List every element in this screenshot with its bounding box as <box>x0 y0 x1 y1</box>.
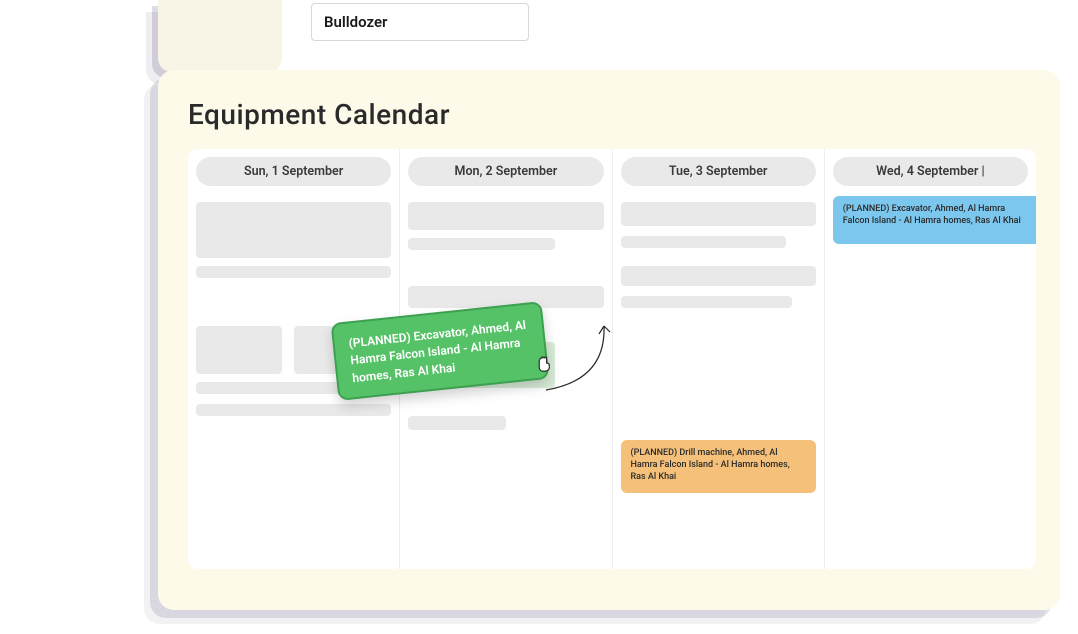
calendar-column-wednesday[interactable]: Wed, 4 September | (PLANNED) Excavator, … <box>825 149 1036 569</box>
event-text: (PLANNED) Drill machine, Ahmed, Al Hamra… <box>631 448 790 482</box>
calendar-event-planned-excavator-wed[interactable]: (PLANNED) Excavator, Ahmed, Al Hamra Fal… <box>833 196 1036 244</box>
equipment-name-field[interactable]: Bulldozer <box>311 3 529 41</box>
day-header: Wed, 4 September | <box>833 157 1028 186</box>
grab-cursor-icon <box>534 351 556 373</box>
calendar-grid: Sun, 1 September Mon, 2 September <box>188 149 1036 569</box>
placeholder-block <box>196 202 391 258</box>
placeholder-block <box>408 202 603 230</box>
day-header: Sun, 1 September <box>196 157 391 186</box>
column-body: (PLANNED) Excavator, Ahmed, Al Hamra Fal… <box>825 196 1036 569</box>
placeholder-block <box>621 296 793 308</box>
placeholder-block <box>196 326 282 374</box>
placeholder-block <box>621 202 816 226</box>
calendar-event-planned-drill[interactable]: (PLANNED) Drill machine, Ahmed, Al Hamra… <box>621 440 816 493</box>
background-panel-accent <box>158 0 282 72</box>
calendar-column-tuesday[interactable]: Tue, 3 September (PLANNED) Drill machine… <box>613 149 825 569</box>
placeholder-block <box>621 236 787 248</box>
day-header: Mon, 2 September <box>408 157 603 186</box>
event-text: (PLANNED) Excavator, Ahmed, Al Hamra Fal… <box>348 318 527 385</box>
placeholder-block <box>408 416 506 430</box>
equipment-name-value: Bulldozer <box>324 13 387 31</box>
event-text: (PLANNED) Excavator, Ahmed, Al Hamra Fal… <box>843 204 1021 226</box>
day-header: Tue, 3 September <box>621 157 816 186</box>
placeholder-block <box>621 266 816 286</box>
placeholder-block <box>408 238 554 250</box>
column-body: (PLANNED) Drill machine, Ahmed, Al Hamra… <box>613 196 824 569</box>
placeholder-block <box>196 266 391 278</box>
placeholder-block <box>196 404 391 416</box>
calendar-title: Equipment Calendar <box>188 98 1036 131</box>
equipment-calendar-panel: Equipment Calendar Sun, 1 September Mon,… <box>158 70 1060 610</box>
